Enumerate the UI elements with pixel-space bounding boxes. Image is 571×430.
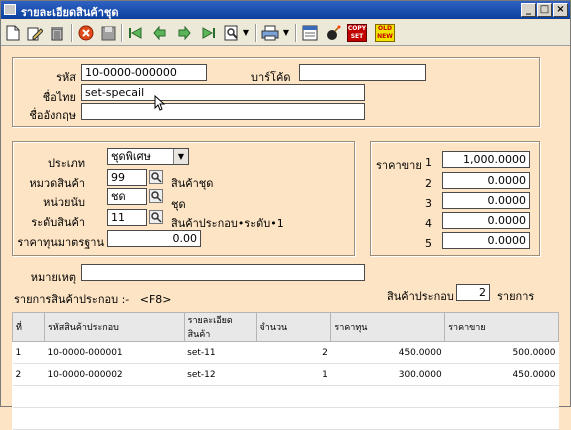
window-icon: [4, 4, 16, 15]
components-table[interactable]: ที่ รหัสสินค้าประกอบ รายละเอียดสินค้า จำ…: [12, 312, 559, 430]
selling-price-cell: 500.0000: [444, 341, 559, 364]
quantity-cell: 2: [256, 341, 331, 364]
unit-search-icon[interactable]: [149, 189, 163, 203]
column-header-quantity[interactable]: จำนวน: [255, 312, 332, 342]
minimize-button[interactable]: _: [521, 3, 536, 17]
level-field[interactable]: 11: [107, 209, 147, 226]
components-title: รายการสินค้าประกอบ :- <F8>: [14, 293, 172, 306]
component-code-cell: 10-0000-000001: [44, 341, 185, 364]
maximize-button[interactable]: □: [537, 3, 552, 17]
thai-name-label: ชื่อไทย: [42, 91, 76, 104]
price-level-4-number: 4: [425, 217, 432, 230]
copy-set-top-text: COPY: [347, 25, 367, 32]
component-count-label: สินค้าประกอบ: [387, 290, 454, 303]
price-level-3-number: 3: [425, 197, 432, 210]
save-icon[interactable]: [99, 24, 117, 42]
category-field[interactable]: 99: [107, 169, 147, 186]
table-row-empty[interactable]: [12, 407, 559, 430]
category-search-icon[interactable]: [149, 170, 163, 184]
standard-cost-label: ราคาทุนมาตรฐาน: [17, 236, 104, 249]
separator: [295, 24, 297, 42]
thai-name-field[interactable]: set-specail: [81, 84, 365, 101]
price-level-3-field[interactable]: 0.0000: [442, 192, 530, 209]
english-name-field[interactable]: [81, 103, 365, 120]
cancel-icon[interactable]: [77, 24, 95, 42]
type-select[interactable]: ชุดพิเศษ ▼: [107, 148, 189, 165]
edit-icon[interactable]: [26, 24, 44, 42]
category-label: หมวดสินค้า: [29, 177, 85, 190]
remark-field[interactable]: [81, 264, 365, 281]
copy-set-icon[interactable]: COPY SET: [347, 24, 367, 42]
last-record-icon[interactable]: [199, 24, 217, 42]
note-icon[interactable]: [301, 24, 319, 42]
price-level-5-field[interactable]: 0.0000: [442, 232, 530, 249]
separator: [255, 24, 257, 42]
search-icon[interactable]: [223, 24, 241, 42]
remark-label: หมายเหตุ: [30, 271, 76, 284]
column-header-description[interactable]: รายละเอียดสินค้า: [183, 312, 257, 342]
component-description-cell: set-12: [184, 363, 257, 386]
price-level-2-number: 2: [425, 177, 432, 190]
previous-record-icon[interactable]: [151, 24, 169, 42]
close-button[interactable]: ×: [553, 3, 568, 17]
type-label: ประเภท: [47, 157, 85, 170]
unit-label: หน่วยนับ: [43, 196, 85, 209]
title-bar: รายละเอียดสินค้าชุด _ □ ×: [1, 1, 570, 19]
chevron-down-icon[interactable]: ▼: [241, 24, 251, 42]
old-new-icon[interactable]: OLD NEW: [375, 24, 395, 42]
old-new-bottom-text: NEW: [377, 33, 393, 40]
level-search-icon[interactable]: [149, 210, 163, 224]
quantity-cell: 1: [256, 363, 331, 386]
price-level-1-field[interactable]: 1,000.0000: [442, 151, 530, 168]
cost-cell: 450.0000: [330, 341, 445, 364]
code-label: รหัส: [56, 71, 76, 84]
separator: [121, 24, 123, 42]
mouse-cursor-icon: [154, 95, 165, 111]
barcode-field[interactable]: [299, 64, 426, 81]
selling-price-cell: 450.0000: [444, 363, 559, 386]
first-record-icon[interactable]: [127, 24, 145, 42]
column-header-code[interactable]: รหัสสินค้าประกอบ: [43, 312, 185, 342]
print-icon[interactable]: [261, 24, 279, 42]
price-level-2-field[interactable]: 0.0000: [442, 172, 530, 189]
trash-icon[interactable]: [48, 24, 66, 42]
table-row-empty[interactable]: [12, 385, 559, 408]
separator: [71, 24, 73, 42]
price-level-1-number: 1: [425, 156, 432, 169]
old-new-top-text: OLD: [378, 25, 392, 32]
price-level-5-number: 5: [425, 237, 432, 250]
row-index-cell: 1: [12, 341, 45, 364]
level-label: ระดับสินค้า: [31, 216, 85, 229]
table-header-row: ที่ รหัสสินค้าประกอบ รายละเอียดสินค้า จำ…: [12, 312, 559, 342]
component-count-unit: รายการ: [497, 290, 535, 303]
chevron-down-icon[interactable]: ▼: [173, 149, 188, 164]
chevron-down-icon[interactable]: ▼: [281, 24, 291, 42]
category-description: สินค้าชุด: [171, 177, 214, 190]
standard-cost-field[interactable]: 0.00: [107, 230, 201, 247]
app-window: รายละเอียดสินค้าชุด _ □ × ▼ ▼ COPY SET O…: [0, 0, 571, 430]
selling-price-label: ราคาขาย: [376, 159, 422, 172]
type-value: ชุดพิเศษ: [111, 150, 151, 163]
code-field[interactable]: 10-0000-000000: [81, 64, 207, 81]
column-header-cost[interactable]: ราคาทุน: [330, 312, 446, 342]
window-title: รายละเอียดสินค้าชุด: [21, 6, 119, 19]
price-level-4-field[interactable]: 0.0000: [442, 212, 530, 229]
component-count-field: 2: [456, 284, 490, 301]
cost-cell: 300.0000: [330, 363, 445, 386]
toolbar: ▼ ▼ COPY SET OLD NEW: [1, 20, 570, 46]
row-index-cell: 2: [12, 363, 45, 386]
table-row[interactable]: 1 10-0000-000001 set-11 2 450.0000 500.0…: [12, 341, 559, 364]
unit-field[interactable]: ชด: [107, 188, 147, 205]
component-description-cell: set-11: [184, 341, 257, 364]
english-name-label: ชื่ออังกฤษ: [29, 109, 76, 122]
component-code-cell: 10-0000-000002: [44, 363, 185, 386]
next-record-icon[interactable]: [175, 24, 193, 42]
table-row[interactable]: 2 10-0000-000002 set-12 1 300.0000 450.0…: [12, 363, 559, 386]
unit-description: ชุด: [171, 198, 186, 211]
column-header-selling-price[interactable]: ราคาขาย: [444, 312, 559, 342]
copy-set-bottom-text: SET: [350, 33, 364, 40]
column-header-index[interactable]: ที่: [12, 312, 45, 342]
new-icon[interactable]: [4, 24, 22, 42]
bomb-icon[interactable]: [324, 24, 342, 42]
